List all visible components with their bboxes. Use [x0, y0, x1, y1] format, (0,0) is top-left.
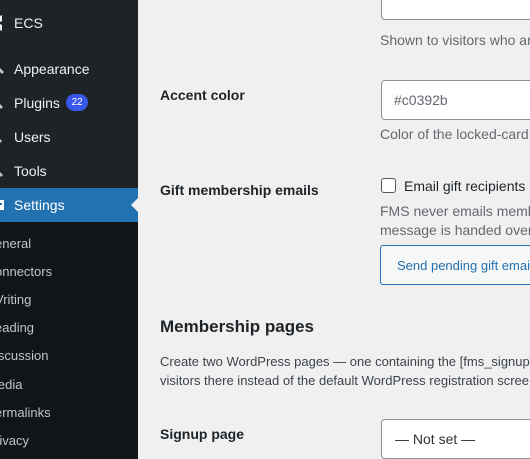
accent-color-label: Accent color	[160, 87, 245, 103]
logo-icon	[0, 15, 6, 31]
gift-emails-desc-line1: FMS never emails memb	[380, 203, 530, 219]
sidebar-item-label: Appearance	[14, 61, 90, 77]
wrench-icon	[0, 164, 6, 178]
sidebar-site-name[interactable]: ECS	[0, 6, 138, 40]
top-field-description: Shown to visitors who ar	[380, 32, 530, 48]
sidebar-item-label: Tools	[14, 163, 47, 179]
membership-desc-line2: visitors there instead of the default Wo…	[160, 373, 529, 388]
sidebar-item-label: Settings	[14, 197, 65, 213]
submenu-item-writing[interactable]: Vriting	[0, 292, 31, 307]
submenu-item-general[interactable]: eneral	[0, 236, 31, 251]
sidebar-item-plugins[interactable]: Plugins 22	[0, 86, 138, 120]
membership-desc-line1: Create two WordPress pages — one contain…	[160, 354, 530, 369]
settings-submenu: eneral onnectors Vriting eading iscussio…	[0, 222, 138, 459]
sidebar-item-tools[interactable]: Tools	[0, 154, 138, 188]
submenu-item-reading[interactable]: eading	[0, 320, 34, 335]
submenu-item-privacy[interactable]: rivacy	[0, 433, 29, 448]
signup-page-label: Signup page	[160, 426, 244, 442]
sidebar-item-settings[interactable]: Settings	[0, 188, 138, 222]
active-indicator	[131, 197, 138, 213]
user-icon	[0, 130, 6, 144]
submenu-item-permalinks[interactable]: ermalinks	[0, 405, 51, 420]
top-text-input[interactable]	[381, 0, 530, 20]
submenu-item-connectors[interactable]: onnectors	[0, 264, 52, 279]
membership-pages-heading: Membership pages	[160, 317, 314, 336]
admin-sidebar: ECS Appearance Plugins 22 Users Tools Se…	[0, 0, 138, 459]
gift-emails-label: Gift membership emails	[160, 182, 319, 198]
accent-color-placeholder: #c0392b	[394, 92, 448, 108]
sidebar-site-label: ECS	[14, 15, 43, 31]
signup-page-selected: — Not set —	[395, 431, 476, 447]
gift-emails-checkbox-label[interactable]: Email gift recipients	[404, 178, 525, 194]
gift-emails-checkbox[interactable]	[381, 178, 396, 193]
send-gift-emails-button[interactable]: Send pending gift emai	[380, 245, 530, 285]
submenu-item-discussion[interactable]: iscussion	[0, 348, 48, 363]
accent-color-description: Color of the locked-card	[380, 126, 529, 142]
sidebar-item-label: Plugins	[14, 95, 60, 111]
submenu-item-media[interactable]: ledia	[0, 377, 22, 392]
settings-icon	[0, 198, 6, 212]
gift-emails-desc-line2: message is handed over	[380, 222, 530, 238]
membership-pages-description: Create two WordPress pages — one contain…	[160, 352, 530, 390]
sidebar-item-users[interactable]: Users	[0, 120, 138, 154]
sidebar-item-appearance[interactable]: Appearance	[0, 52, 138, 86]
signup-page-select[interactable]: — Not set —	[381, 419, 530, 459]
plug-icon	[0, 96, 6, 110]
sidebar-item-label: Users	[14, 129, 51, 145]
send-gift-emails-button-label: Send pending gift emai	[397, 257, 530, 273]
plugins-update-badge: 22	[66, 94, 88, 111]
accent-color-input[interactable]: #c0392b	[381, 80, 530, 120]
brush-icon	[0, 62, 6, 76]
